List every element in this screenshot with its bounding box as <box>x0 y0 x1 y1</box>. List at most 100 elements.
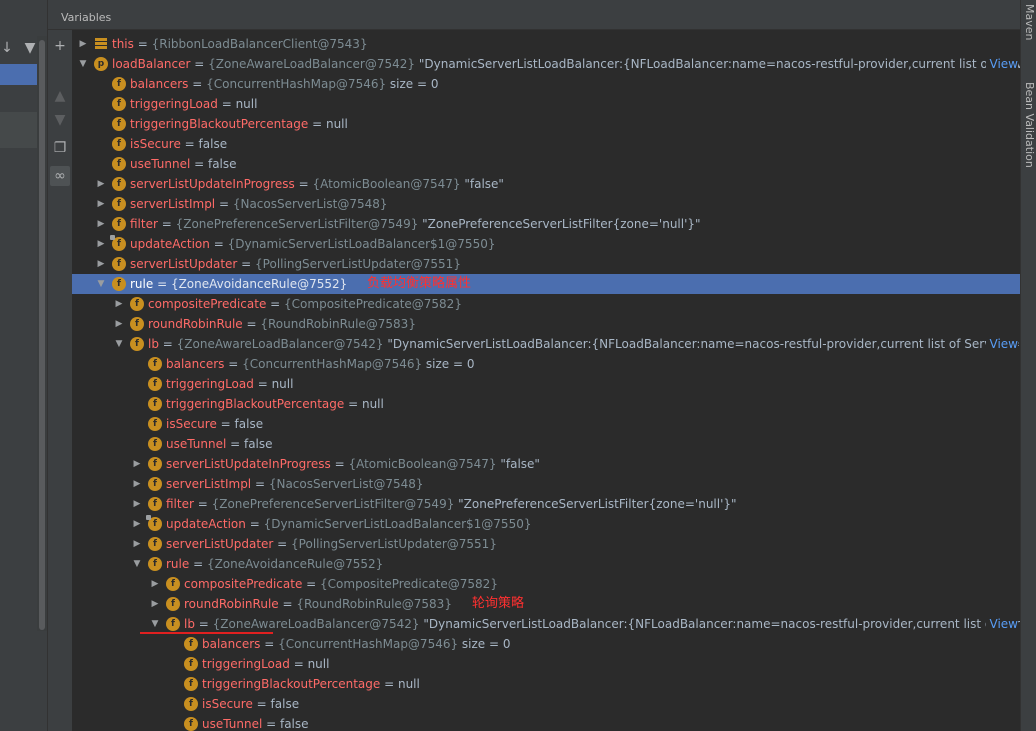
collapse-arrow-icon[interactable]: ▶ <box>96 197 106 211</box>
variable-value: "DynamicServerListLoadBalancer:{NFLoadBa… <box>415 57 1020 71</box>
expand-arrow-icon[interactable]: ▼ <box>78 57 88 71</box>
variable-row-useTunnel[interactable]: f useTunnel = false <box>72 434 1020 454</box>
variable-row-serverListImpl[interactable]: ▶ f serverListImpl = {NacosServerList@7548… <box>72 474 1020 494</box>
variable-row-triggeringBlackoutPercentage[interactable]: f triggeringBlackoutPercentage = null <box>72 394 1020 414</box>
variable-row-updateAction[interactable]: ▶ f updateAction = {DynamicServerListLoadB… <box>72 514 1020 534</box>
filter-icon[interactable]: ▼ <box>22 40 38 56</box>
maven-tab[interactable]: Maven <box>1022 4 1036 40</box>
collapse-arrow-icon[interactable]: ▶ <box>96 177 106 191</box>
variable-row-filter[interactable]: ▶ f filter = {ZonePreferenceServerListFilt… <box>72 494 1020 514</box>
variable-row-triggeringBlackoutPercentage[interactable]: f triggeringBlackoutPercentage = null <box>72 674 1020 694</box>
variable-row-rule[interactable]: ▼ f rule = {ZoneAvoidanceRule@7552} <box>72 274 1020 294</box>
variable-row-lb[interactable]: ▼ f lb = {ZoneAwareLoadBalancer@7542} "Dyn… <box>72 334 1020 354</box>
collapse-arrow-icon[interactable]: ▶ <box>132 497 142 511</box>
variables-tree: ▶ this = {RibbonLoadBalancerClient@7543} ▼… <box>72 34 1020 731</box>
arrow-down-icon[interactable]: ▼ <box>50 110 70 130</box>
variable-row-serverListUpdater[interactable]: ▶ f serverListUpdater = {PollingServerList… <box>72 534 1020 554</box>
variable-name: lb <box>184 617 195 631</box>
collapse-arrow-icon[interactable]: ▶ <box>114 297 124 311</box>
expand-arrow-icon[interactable]: ▼ <box>114 337 124 351</box>
variable-value: null <box>325 117 348 131</box>
variable-text: serverListUpdateInProgress = {AtomicBool… <box>166 457 540 471</box>
collapse-arrow-icon[interactable]: ▶ <box>150 577 160 591</box>
variable-ref: {DynamicServerListLoadBalancer$1@7550} <box>263 517 532 531</box>
field-icon: f <box>112 77 126 91</box>
field-icon: f <box>184 677 198 691</box>
collapse-arrow-icon[interactable]: ▶ <box>78 37 88 51</box>
variable-row-serverListUpdateInProgress[interactable]: ▶ f serverListUpdateInProgress = {AtomicBo… <box>72 174 1020 194</box>
variable-row-serverListUpdateInProgress[interactable]: ▶ f serverListUpdateInProgress = {AtomicBo… <box>72 454 1020 474</box>
variable-name: isSecure <box>130 137 181 151</box>
arrow-up-icon[interactable]: ▲ <box>50 86 70 106</box>
variable-row-balancers[interactable]: f balancers = {ConcurrentHashMap@7546} si… <box>72 634 1020 654</box>
variable-row-compositePredicate[interactable]: ▶ f compositePredicate = {CompositePredica… <box>72 294 1020 314</box>
variable-value: size = 0 <box>458 637 511 651</box>
field-icon: f <box>148 357 162 371</box>
variable-name: triggeringLoad <box>166 377 254 391</box>
view-link[interactable]: View <box>985 336 1018 352</box>
variable-row-isSecure[interactable]: f isSecure = false <box>72 694 1020 714</box>
view-link[interactable]: View <box>985 616 1018 632</box>
frames-scrollbar[interactable] <box>37 36 47 631</box>
variable-row-filter[interactable]: ▶ f filter = {ZonePreferenceServerListFilt… <box>72 214 1020 234</box>
bean-validation-tab[interactable]: Bean Validation <box>1022 82 1036 168</box>
collapse-arrow-icon[interactable]: ▶ <box>132 457 142 471</box>
collapse-arrow-icon[interactable]: ▶ <box>96 217 106 231</box>
variable-ref: {AtomicBoolean@7547} <box>312 177 461 191</box>
variable-row-triggeringLoad[interactable]: f triggeringLoad = null <box>72 94 1020 114</box>
variable-row-loadBalancer[interactable]: ▼ p loadBalancer = {ZoneAwareLoadBalancer@… <box>72 54 1020 74</box>
variable-row-useTunnel[interactable]: f useTunnel = false <box>72 154 1020 174</box>
variable-row-roundRobinRule[interactable]: ▶ f roundRobinRule = {RoundRobinRule@7583} <box>72 594 1020 614</box>
variable-value: size = 0 <box>422 357 475 371</box>
variable-row-lb[interactable]: ▼ f lb = {ZoneAwareLoadBalancer@7542} "Dyn… <box>72 614 1020 634</box>
frame-row[interactable] <box>0 128 37 148</box>
collapse-arrow-icon[interactable]: ▶ <box>96 237 106 251</box>
variable-value: "DynamicServerListLoadBalancer:{NFLoadBa… <box>419 617 1020 631</box>
collapse-arrow-icon[interactable]: ▶ <box>114 317 124 331</box>
variable-name: serverListUpdater <box>166 537 274 551</box>
variable-row-isSecure[interactable]: f isSecure = false <box>72 414 1020 434</box>
collapse-arrow-icon[interactable]: ▶ <box>132 537 142 551</box>
variable-row-triggeringLoad[interactable]: f triggeringLoad = null <box>72 654 1020 674</box>
expand-arrow-icon[interactable]: ▼ <box>132 557 142 571</box>
variable-name: lb <box>148 337 159 351</box>
variable-ref: {RoundRobinRule@7583} <box>260 317 416 331</box>
variable-row-rule[interactable]: ▼ f rule = {ZoneAvoidanceRule@7552} <box>72 554 1020 574</box>
arrow-down-icon[interactable]: ↓ <box>0 40 14 56</box>
variable-row-compositePredicate[interactable]: ▶ f compositePredicate = {CompositePredica… <box>72 574 1020 594</box>
panel-title: Variables <box>61 11 112 24</box>
variable-ref: {AtomicBoolean@7547} <box>348 457 497 471</box>
collapse-arrow-icon[interactable]: ▶ <box>132 477 142 491</box>
collapse-arrow-icon[interactable]: ▶ <box>96 257 106 271</box>
plus-icon[interactable]: + <box>50 36 70 56</box>
variable-name: filter <box>130 217 158 231</box>
view-link[interactable]: View <box>985 56 1018 72</box>
variable-row-triggeringBlackoutPercentage[interactable]: f triggeringBlackoutPercentage = null <box>72 114 1020 134</box>
variables-header: Variables <box>48 0 1020 30</box>
variable-row-this[interactable]: ▶ this = {RibbonLoadBalancerClient@7543} <box>72 34 1020 54</box>
variable-row-balancers[interactable]: f balancers = {ConcurrentHashMap@7546} si… <box>72 354 1020 374</box>
variable-text: roundRobinRule = {RoundRobinRule@7583} <box>148 317 416 331</box>
variable-row-updateAction[interactable]: ▶ f updateAction = {DynamicServerListLoadB… <box>72 234 1020 254</box>
variable-row-useTunnel[interactable]: f useTunnel = false <box>72 714 1020 731</box>
variable-name: triggeringLoad <box>130 97 218 111</box>
variable-row-serverListImpl[interactable]: ▶ f serverListImpl = {NacosServerList@7548… <box>72 194 1020 214</box>
variable-row-serverListUpdater[interactable]: ▶ f serverListUpdater = {PollingServerList… <box>72 254 1020 274</box>
copy-icon[interactable]: ❐ <box>50 138 70 158</box>
expand-arrow-icon[interactable]: ▼ <box>150 617 160 631</box>
collapse-arrow-icon[interactable]: ▶ <box>150 597 160 611</box>
variable-row-roundRobinRule[interactable]: ▶ f roundRobinRule = {RoundRobinRule@7583} <box>72 314 1020 334</box>
variable-row-balancers[interactable]: f balancers = {ConcurrentHashMap@7546} si… <box>72 74 1020 94</box>
variable-text: serverListUpdateInProgress = {AtomicBool… <box>130 177 504 191</box>
variable-name: triggeringBlackoutPercentage <box>202 677 381 691</box>
variable-row-isSecure[interactable]: f isSecure = false <box>72 134 1020 154</box>
expand-arrow-icon[interactable]: ▼ <box>96 277 106 291</box>
field-icon: f <box>148 557 162 571</box>
variable-value: false <box>243 437 273 451</box>
watch-glasses-icon[interactable]: ∞ <box>50 166 70 186</box>
collapse-arrow-icon[interactable]: ▶ <box>132 517 142 531</box>
field-icon: f <box>166 597 180 611</box>
field-icon: f <box>148 437 162 451</box>
variable-row-triggeringLoad[interactable]: f triggeringLoad = null <box>72 374 1020 394</box>
field-icon: f <box>148 397 162 411</box>
